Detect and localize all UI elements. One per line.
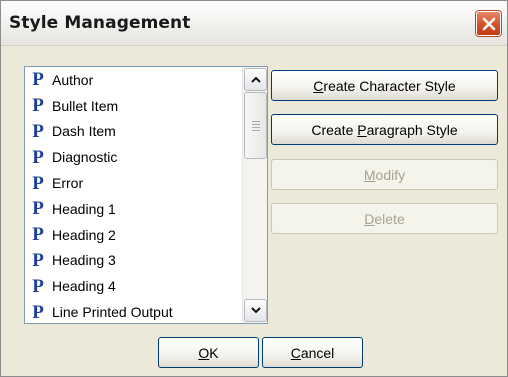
style-name: Heading 1 (52, 200, 116, 217)
create-character-style-button[interactable]: Create Character Style (271, 70, 498, 101)
paragraph-style-icon: P (32, 95, 44, 117)
close-button[interactable] (476, 11, 501, 36)
scroll-down-button[interactable] (244, 299, 267, 322)
style-name: Heading 2 (52, 226, 116, 243)
cancel-button[interactable]: Cancel (262, 337, 363, 368)
scroll-thumb[interactable] (244, 92, 267, 159)
mnemonic: C (313, 77, 324, 94)
button-label-prefix: Create (311, 121, 358, 138)
paragraph-style-icon: P (32, 275, 44, 297)
style-list-item[interactable]: P Bullet Item (25, 93, 240, 119)
style-name: Dash Item (52, 123, 116, 140)
paragraph-style-icon: P (32, 198, 44, 220)
vertical-scrollbar[interactable] (242, 67, 267, 323)
style-name: Line Printed Output (52, 304, 173, 321)
paragraph-style-icon: P (32, 172, 44, 194)
style-list-item[interactable]: P Error (25, 170, 240, 196)
style-list-item[interactable]: P Line Printed Output (25, 299, 240, 323)
style-list-items: P Author P Bullet Item P Dash Item P Diagnostic… (25, 67, 240, 323)
mnemonic: O (198, 344, 210, 361)
paragraph-style-icon: P (32, 120, 44, 142)
style-list[interactable]: P Author P Bullet Item P Dash Item P Diagnostic… (24, 66, 268, 324)
button-label: reate Character Style (323, 77, 456, 94)
scroll-up-button[interactable] (244, 68, 267, 91)
create-paragraph-style-button[interactable]: Create Paragraph Style (271, 114, 498, 145)
paragraph-style-icon: P (32, 69, 44, 91)
button-label: K (209, 344, 219, 361)
style-list-item[interactable]: P Heading 2 (25, 222, 240, 248)
style-name: Heading 3 (52, 252, 116, 269)
style-name: Error (52, 175, 84, 192)
ok-button[interactable]: OK (158, 337, 259, 368)
chevron-up-icon (250, 76, 261, 83)
style-list-item[interactable]: P Diagnostic (25, 144, 240, 170)
style-list-item[interactable]: P Author (25, 67, 240, 93)
style-name: Diagnostic (52, 149, 118, 166)
style-list-item[interactable]: P Heading 3 (25, 248, 240, 274)
mnemonic: P (357, 121, 367, 138)
button-label: odify (375, 166, 406, 183)
mnemonic: M (363, 166, 376, 183)
style-name: Heading 4 (52, 278, 116, 295)
style-list-item[interactable]: P Heading 1 (25, 196, 240, 222)
button-label: elete (374, 210, 405, 227)
button-label: aragraph Style (366, 121, 458, 138)
title-bar[interactable]: Style Management (1, 1, 507, 46)
grip-icon (251, 119, 260, 133)
paragraph-style-icon: P (32, 224, 44, 246)
paragraph-style-icon: P (32, 146, 44, 168)
style-management-dialog: Style Management P Author P Bullet Item P Das… (0, 0, 508, 377)
button-label: ancel (300, 344, 335, 361)
dialog-title: Style Management (9, 13, 191, 33)
mnemonic: C (290, 344, 301, 361)
style-list-item[interactable]: P Heading 4 (25, 273, 240, 299)
mnemonic: D (364, 210, 375, 227)
paragraph-style-icon: P (32, 301, 44, 323)
style-name: Author (52, 71, 94, 88)
chevron-down-icon (250, 307, 261, 314)
modify-button[interactable]: Modify (271, 159, 498, 190)
delete-button[interactable]: Delete (271, 203, 498, 234)
paragraph-style-icon: P (32, 249, 44, 271)
style-list-item[interactable]: P Dash Item (25, 119, 240, 145)
close-x-icon (482, 17, 495, 30)
style-name: Bullet Item (52, 97, 119, 114)
